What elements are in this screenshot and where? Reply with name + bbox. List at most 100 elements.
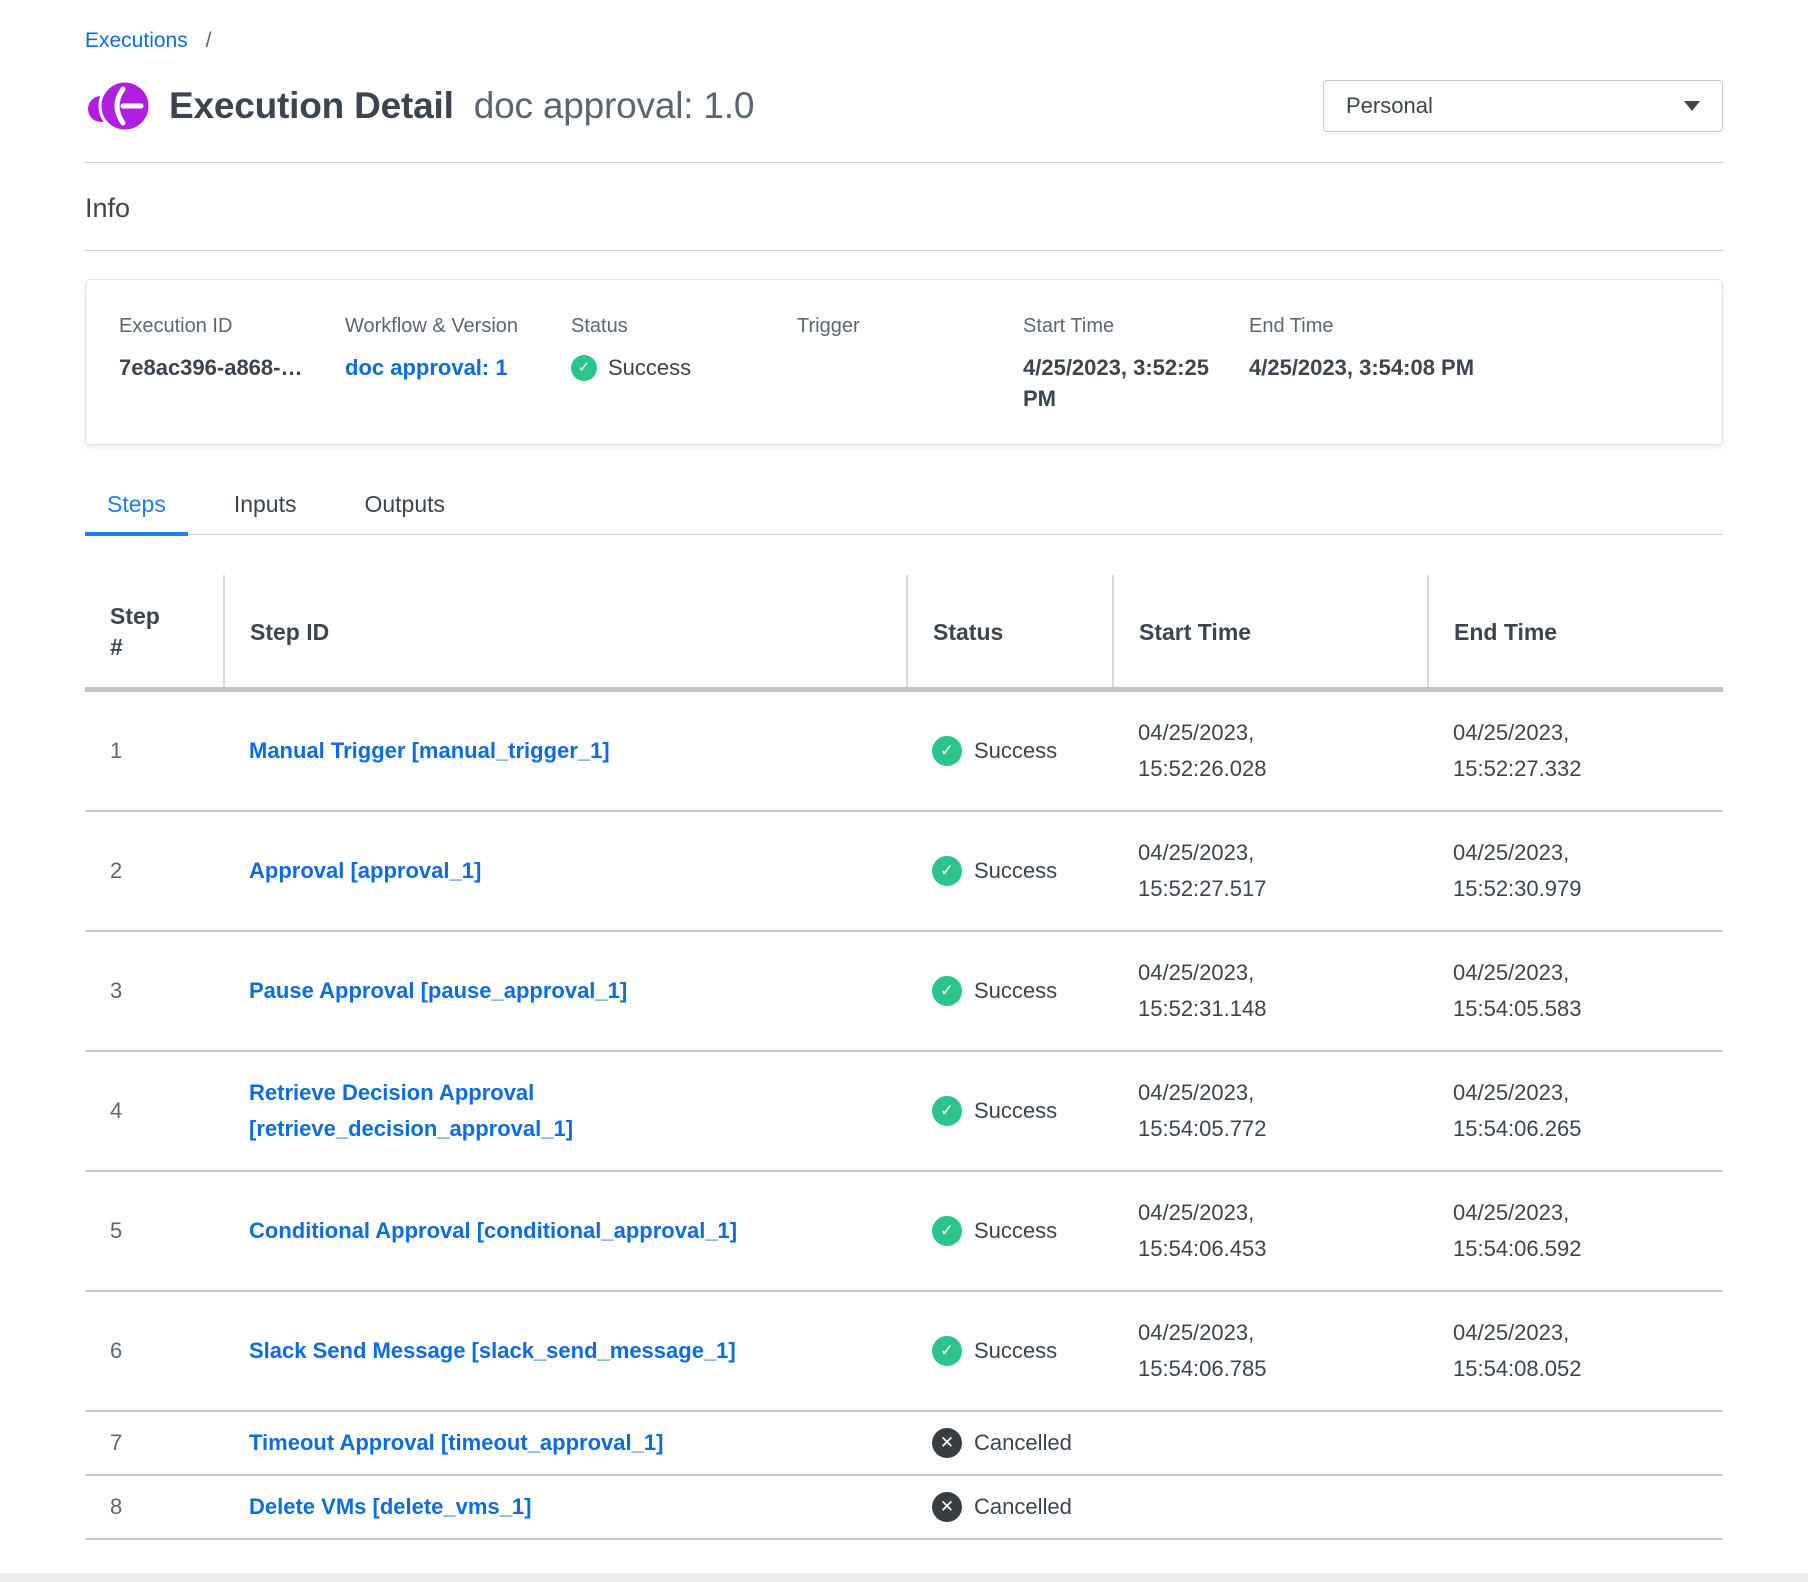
step-number-cell: 2 bbox=[85, 811, 224, 931]
status-label: Success bbox=[608, 352, 691, 383]
info-field-value: 7e8ac396-a868-… bbox=[119, 352, 327, 383]
start-time-cell: 04/25/2023,15:52:26.028 bbox=[1113, 690, 1428, 812]
start-time-line: 15:52:27.517 bbox=[1138, 871, 1410, 907]
start-time-line: 04/25/2023, bbox=[1138, 715, 1410, 751]
column-header-step: Step # bbox=[85, 575, 224, 690]
start-time-line: 15:52:26.028 bbox=[1138, 751, 1410, 787]
tabs: Steps Inputs Outputs bbox=[85, 481, 1723, 535]
step-number: 4 bbox=[110, 1098, 122, 1123]
step-link[interactable]: Delete VMs [delete_vms_1] bbox=[249, 1491, 889, 1523]
step-link-line: Slack Send Message [slack_send_message_1… bbox=[249, 1333, 889, 1369]
table-row: 1Manual Trigger [manual_trigger_1]✓Succe… bbox=[85, 690, 1723, 812]
breadcrumb: Executions / bbox=[85, 28, 1723, 54]
end-time-line: 04/25/2023, bbox=[1453, 1315, 1705, 1351]
end-time-line: 15:54:05.583 bbox=[1453, 991, 1705, 1027]
step-link[interactable]: Pause Approval [pause_approval_1] bbox=[249, 973, 889, 1009]
end-time-cell: 04/25/2023,15:54:06.265 bbox=[1428, 1051, 1723, 1171]
column-header-label: Step # bbox=[110, 601, 176, 663]
step-number: 3 bbox=[110, 978, 122, 1003]
execution-status: ✓ Success bbox=[571, 352, 779, 383]
end-time-cell bbox=[1428, 1411, 1723, 1475]
tab-steps[interactable]: Steps bbox=[85, 481, 188, 534]
step-id-cell: Manual Trigger [manual_trigger_1] bbox=[224, 690, 907, 812]
step-link-line: [retrieve_decision_approval_1] bbox=[249, 1111, 889, 1147]
scope-dropdown[interactable]: Personal bbox=[1323, 80, 1723, 132]
start-time-line: 04/25/2023, bbox=[1138, 1075, 1410, 1111]
table-row: 2Approval [approval_1]✓Success04/25/2023… bbox=[85, 811, 1723, 931]
step-link[interactable]: Timeout Approval [timeout_approval_1] bbox=[249, 1427, 889, 1459]
success-check-icon: ✓ bbox=[932, 1216, 962, 1246]
divider bbox=[85, 250, 1723, 251]
status-cell: ✕Cancelled bbox=[907, 1411, 1113, 1475]
breadcrumb-executions-link[interactable]: Executions bbox=[85, 29, 188, 52]
end-time-cell: 04/25/2023,15:54:06.592 bbox=[1428, 1171, 1723, 1291]
start-time-cell: 04/25/2023,15:52:31.148 bbox=[1113, 931, 1428, 1051]
tab-inputs[interactable]: Inputs bbox=[212, 481, 319, 534]
end-time-line: 15:54:06.265 bbox=[1453, 1111, 1705, 1147]
scope-dropdown-value: Personal bbox=[1346, 93, 1433, 119]
step-link[interactable]: Manual Trigger [manual_trigger_1] bbox=[249, 733, 889, 769]
column-header-step-id: Step ID bbox=[224, 575, 907, 690]
start-time: 04/25/2023,15:54:05.772 bbox=[1138, 1075, 1410, 1147]
info-field-value: 4/25/2023, 3:52:25 PM bbox=[1023, 352, 1231, 414]
status-label: Success bbox=[974, 1333, 1057, 1369]
end-time-line: 04/25/2023, bbox=[1453, 715, 1705, 751]
info-field-label: Status bbox=[571, 314, 779, 338]
column-header-status: Status bbox=[907, 575, 1113, 690]
success-check-icon: ✓ bbox=[932, 1096, 962, 1126]
table-row: 3 Pause Approval [pause_approval_1] ✓ Succe… bbox=[85, 931, 1723, 1051]
step-number-cell: 7 bbox=[85, 1411, 224, 1475]
table-header-row: Step #Step IDStatusStart TimeEnd Time bbox=[85, 575, 1723, 690]
step-id-cell: Conditional Approval [conditional_approv… bbox=[224, 1171, 907, 1291]
content: Executions / Execution Detail doc approv… bbox=[0, 0, 1808, 1540]
table-row: 8Delete VMs [delete_vms_1]✕Cancelled bbox=[85, 1475, 1723, 1539]
step-link-line: Conditional Approval [conditional_approv… bbox=[249, 1213, 889, 1249]
success-check-icon: ✓ bbox=[571, 355, 597, 381]
info-field-value: doc approval: 1 bbox=[345, 352, 553, 383]
step-number-cell: 6 bbox=[85, 1291, 224, 1411]
tab-outputs[interactable]: Outputs bbox=[342, 481, 467, 534]
start-time-cell: 04/25/2023,15:54:06.453 bbox=[1113, 1171, 1428, 1291]
step-number: 6 bbox=[110, 1338, 122, 1363]
success-check-icon: ✓ bbox=[932, 976, 962, 1006]
start-time-line: 15:54:06.453 bbox=[1138, 1231, 1410, 1267]
info-field-workflow-version: Workflow & Versiondoc approval: 1 bbox=[345, 314, 571, 414]
step-link[interactable]: Approval [approval_1] bbox=[249, 853, 889, 889]
info-field-label: Execution ID bbox=[119, 314, 327, 338]
step-id-cell: Slack Send Message [slack_send_message_1… bbox=[224, 1291, 907, 1411]
divider bbox=[85, 162, 1723, 163]
info-card: Execution ID 7e8ac396-a868-… Workflow & Ve… bbox=[85, 279, 1723, 445]
end-time: 04/25/2023,15:52:30.979 bbox=[1453, 835, 1705, 907]
step-id-cell: Retrieve Decision Approval[retrieve_deci… bbox=[224, 1051, 907, 1171]
column-header-label: Step ID bbox=[250, 619, 329, 645]
step-status: ✕Cancelled bbox=[932, 1427, 1095, 1459]
status-cell: ✓Success bbox=[907, 1171, 1113, 1291]
status-cell: ✓ Success bbox=[907, 931, 1113, 1051]
start-time-line: 15:52:31.148 bbox=[1138, 991, 1410, 1027]
end-time-line: 04/25/2023, bbox=[1453, 835, 1705, 871]
step-status: ✓Success bbox=[932, 1213, 1095, 1249]
start-time-line: 04/25/2023, bbox=[1138, 835, 1410, 871]
column-header-start-time: Start Time bbox=[1113, 575, 1428, 690]
end-time: 04/25/2023,15:54:06.265 bbox=[1453, 1075, 1705, 1147]
column-header-label: Start Time bbox=[1139, 619, 1251, 645]
cancelled-x-icon: ✕ bbox=[932, 1428, 962, 1458]
status-label: Success bbox=[974, 973, 1057, 1009]
table-row: 5Conditional Approval [conditional_appro… bbox=[85, 1171, 1723, 1291]
info-field-label: Trigger bbox=[797, 314, 1005, 338]
step-link-line: Manual Trigger [manual_trigger_1] bbox=[249, 733, 889, 769]
step-link[interactable]: Slack Send Message [slack_send_message_1… bbox=[249, 1333, 889, 1369]
workflow-version-link[interactable]: doc approval: 1 bbox=[345, 355, 508, 380]
status-label: Cancelled bbox=[974, 1491, 1072, 1523]
start-time-line: 04/25/2023, bbox=[1138, 955, 1410, 991]
step-link[interactable]: Conditional Approval [conditional_approv… bbox=[249, 1213, 889, 1249]
step-id-cell: Approval [approval_1] bbox=[224, 811, 907, 931]
step-number: 8 bbox=[110, 1494, 122, 1519]
end-time-cell: 04/25/2023,15:54:08.052 bbox=[1428, 1291, 1723, 1411]
step-link[interactable]: Retrieve Decision Approval[retrieve_deci… bbox=[249, 1075, 889, 1147]
status-label: Success bbox=[974, 853, 1057, 889]
table-row: 6 Slack Send Message [slack_send_message_… bbox=[85, 1291, 1723, 1411]
step-number-cell: 8 bbox=[85, 1475, 224, 1539]
start-time-line: 04/25/2023, bbox=[1138, 1195, 1410, 1231]
end-time-line: 04/25/2023, bbox=[1453, 955, 1705, 991]
